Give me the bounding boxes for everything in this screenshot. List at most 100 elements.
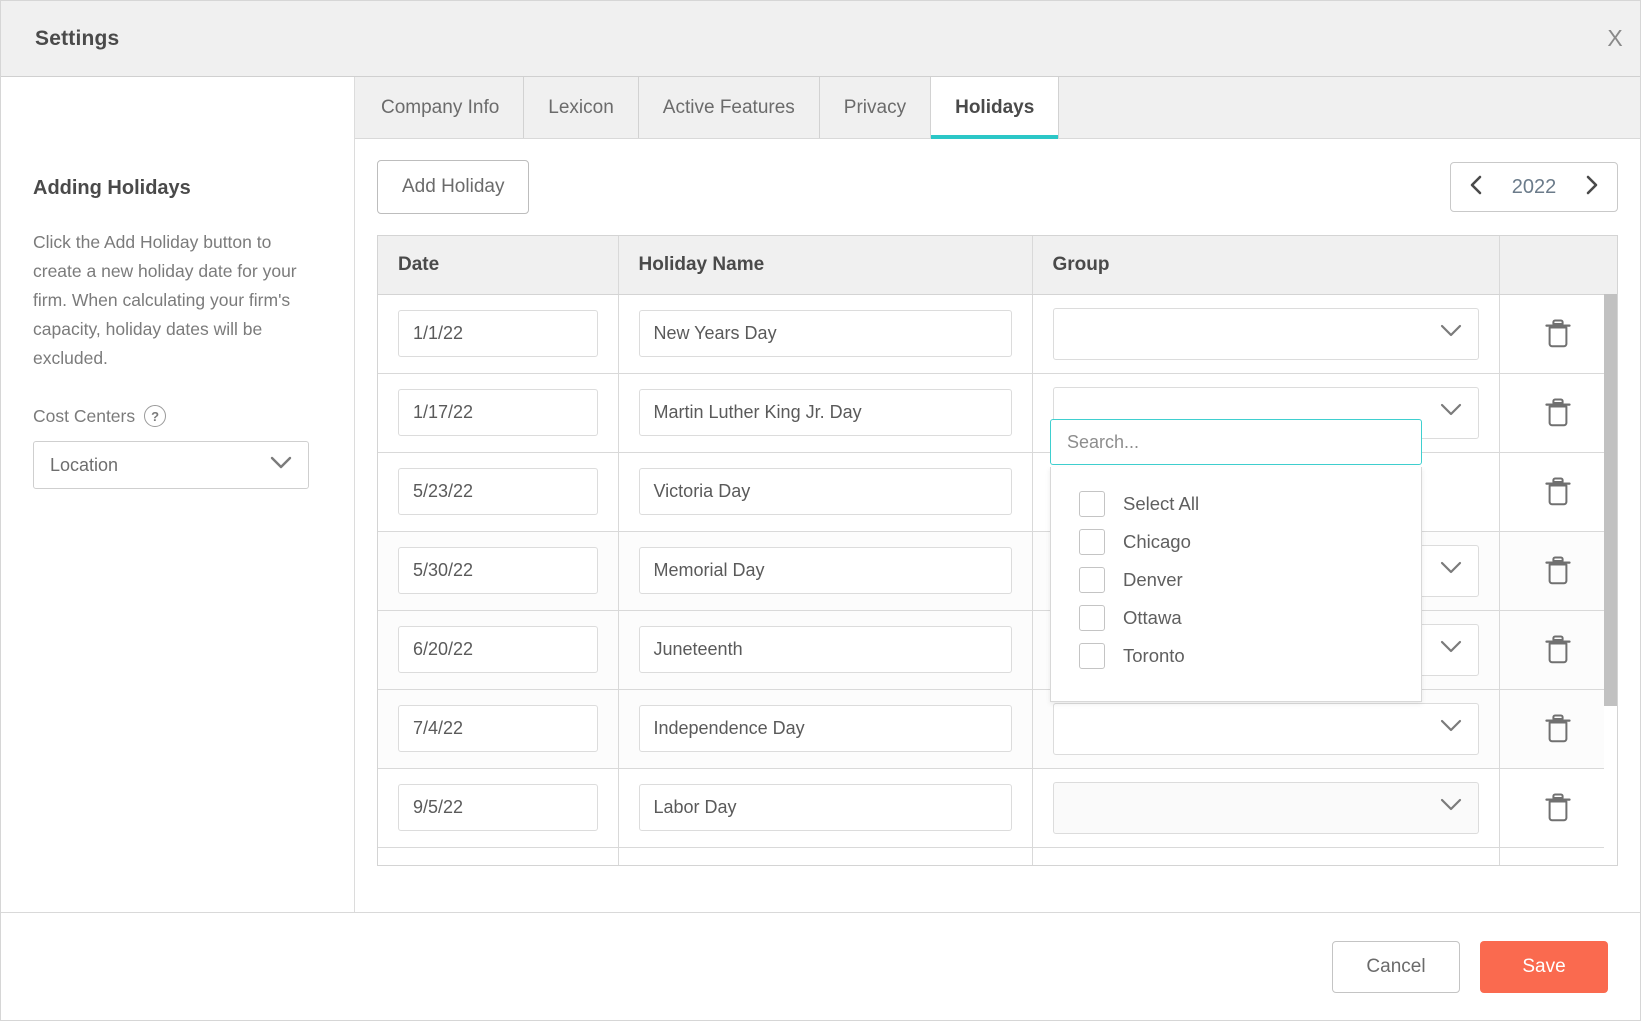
partial-cell xyxy=(1032,847,1500,865)
tab-company-info[interactable]: Company Info xyxy=(357,77,525,138)
holiday-name-cell: New Years Day xyxy=(618,294,1033,374)
table-head: Date Holiday Name Group xyxy=(378,236,1617,295)
table-row: 5/30/22 Memorial Day xyxy=(378,531,1617,611)
group-search-input[interactable]: Search... xyxy=(1050,419,1422,465)
date-cell: 5/30/22 xyxy=(378,531,619,611)
trash-icon[interactable] xyxy=(1536,707,1580,751)
tab-privacy[interactable]: Privacy xyxy=(820,77,932,138)
close-icon[interactable]: X xyxy=(1598,22,1632,56)
modal-titlebar: Settings X xyxy=(1,1,1640,77)
cost-centers-label: Cost Centers xyxy=(33,405,136,426)
holiday-name-input[interactable]: Memorial Day xyxy=(638,547,1012,594)
tab-bar: Company Info Lexicon Active Features Privac… xyxy=(355,77,1640,139)
save-button[interactable]: Save xyxy=(1480,940,1608,993)
group-option[interactable]: Ottawa xyxy=(1051,599,1421,637)
partial-cell xyxy=(378,847,619,865)
checkbox[interactable] xyxy=(1079,643,1105,669)
delete-cell xyxy=(1499,452,1617,532)
chevron-down-icon xyxy=(1440,403,1462,422)
checkbox[interactable] xyxy=(1079,491,1105,517)
chevron-down-icon xyxy=(270,456,292,475)
date-input[interactable]: 5/23/22 xyxy=(398,468,598,515)
checkbox[interactable] xyxy=(1079,605,1105,631)
trash-icon[interactable] xyxy=(1536,786,1580,830)
cancel-button[interactable]: Cancel xyxy=(1332,940,1460,993)
table-row: 1/17/22 Martin Luther King Jr. Day xyxy=(378,373,1617,453)
group-option[interactable]: Select All xyxy=(1051,485,1421,523)
column-header-holiday-name: Holiday Name xyxy=(618,236,1033,295)
year-navigator: 2022 xyxy=(1450,162,1618,212)
date-input[interactable]: 6/20/22 xyxy=(398,626,598,673)
checkbox[interactable] xyxy=(1079,567,1105,593)
holiday-name-input[interactable]: Juneteenth xyxy=(638,626,1012,673)
date-cell: 9/5/22 xyxy=(378,768,619,848)
tab-holidays[interactable]: Holidays xyxy=(931,77,1060,139)
delete-cell xyxy=(1499,610,1617,690)
next-year-icon[interactable] xyxy=(1585,175,1599,199)
table-bottom-spacer xyxy=(355,866,1640,912)
tab-active-features[interactable]: Active Features xyxy=(639,77,820,138)
holiday-name-input[interactable]: Victoria Day xyxy=(638,468,1012,515)
group-cell xyxy=(1032,768,1500,848)
chevron-down-icon xyxy=(1440,640,1462,659)
group-multiselect-popup: Search... Select All Chicago Denver Ottawa T… xyxy=(1050,419,1422,702)
table-scrollbar[interactable] xyxy=(1604,294,1617,865)
table-row: 5/23/22 Victoria Day xyxy=(378,452,1617,532)
holiday-name-cell: Juneteenth xyxy=(618,610,1033,690)
sidebar-heading: Adding Holidays xyxy=(33,177,191,199)
add-holiday-button[interactable]: Add Holiday xyxy=(377,160,530,214)
date-input[interactable]: 1/1/22 xyxy=(398,310,598,357)
group-option-label: Denver xyxy=(1123,569,1183,590)
table-row: 7/4/22 Independence Day xyxy=(378,689,1617,769)
delete-cell xyxy=(1499,768,1617,848)
cost-centers-select[interactable]: Location xyxy=(33,441,309,489)
group-select[interactable] xyxy=(1052,781,1479,834)
sidebar-description: Click the Add Holiday button to create a… xyxy=(33,232,297,368)
prev-year-icon[interactable] xyxy=(1469,175,1483,199)
help-icon[interactable]: ? xyxy=(144,405,167,427)
chevron-down-icon xyxy=(1440,798,1462,817)
date-cell: 1/1/22 xyxy=(378,294,619,374)
tab-lexicon[interactable]: Lexicon xyxy=(524,77,639,138)
holiday-name-input[interactable]: New Years Day xyxy=(638,310,1012,357)
group-select[interactable] xyxy=(1052,307,1479,360)
table-body: 1/1/22 New Years Day 1/17/22 Martin Luther … xyxy=(378,294,1617,865)
group-option[interactable]: Denver xyxy=(1051,561,1421,599)
holiday-name-input[interactable]: Martin Luther King Jr. Day xyxy=(638,389,1012,436)
table-row-partial xyxy=(378,847,1617,865)
date-input[interactable]: 7/4/22 xyxy=(398,705,598,752)
sidebar-panel: Adding Holidays Click the Add Holiday bu… xyxy=(1,77,355,912)
date-input[interactable]: 9/5/22 xyxy=(398,784,598,831)
date-input[interactable]: 1/17/22 xyxy=(398,389,598,436)
trash-icon[interactable] xyxy=(1536,312,1580,356)
group-option[interactable]: Chicago xyxy=(1051,523,1421,561)
trash-icon[interactable] xyxy=(1536,470,1580,514)
delete-cell xyxy=(1499,531,1617,611)
chevron-down-icon xyxy=(1440,719,1462,738)
trash-icon[interactable] xyxy=(1536,391,1580,435)
cost-centers-selected-value: Location xyxy=(50,454,119,475)
partial-cell xyxy=(1499,847,1617,865)
modal-title: Settings xyxy=(35,26,120,50)
table-row: 9/5/22 Labor Day xyxy=(378,768,1617,848)
holiday-name-input[interactable]: Independence Day xyxy=(638,705,1012,752)
holidays-table: Date Holiday Name Group 1/1/22 New Years Da… xyxy=(378,236,1617,865)
group-option-label: Select All xyxy=(1123,493,1200,514)
year-value: 2022 xyxy=(1511,175,1557,198)
group-select[interactable] xyxy=(1052,702,1479,755)
modal-body: Adding Holidays Click the Add Holiday bu… xyxy=(1,77,1640,912)
holiday-name-cell: Independence Day xyxy=(618,689,1033,769)
holiday-name-input[interactable]: Labor Day xyxy=(638,784,1012,831)
date-input[interactable]: 5/30/22 xyxy=(398,547,598,594)
cost-centers-row: Cost Centers ? xyxy=(33,405,322,427)
checkbox[interactable] xyxy=(1079,529,1105,555)
trash-icon[interactable] xyxy=(1536,628,1580,672)
date-cell: 7/4/22 xyxy=(378,689,619,769)
content-panel: Company Info Lexicon Active Features Privac… xyxy=(355,77,1640,912)
table-scrollbar-thumb[interactable] xyxy=(1604,294,1617,706)
trash-icon[interactable] xyxy=(1536,549,1580,593)
chevron-down-icon xyxy=(1440,561,1462,580)
group-option[interactable]: Toronto xyxy=(1051,637,1421,675)
table-row: 1/1/22 New Years Day xyxy=(378,294,1617,374)
delete-cell xyxy=(1499,689,1617,769)
